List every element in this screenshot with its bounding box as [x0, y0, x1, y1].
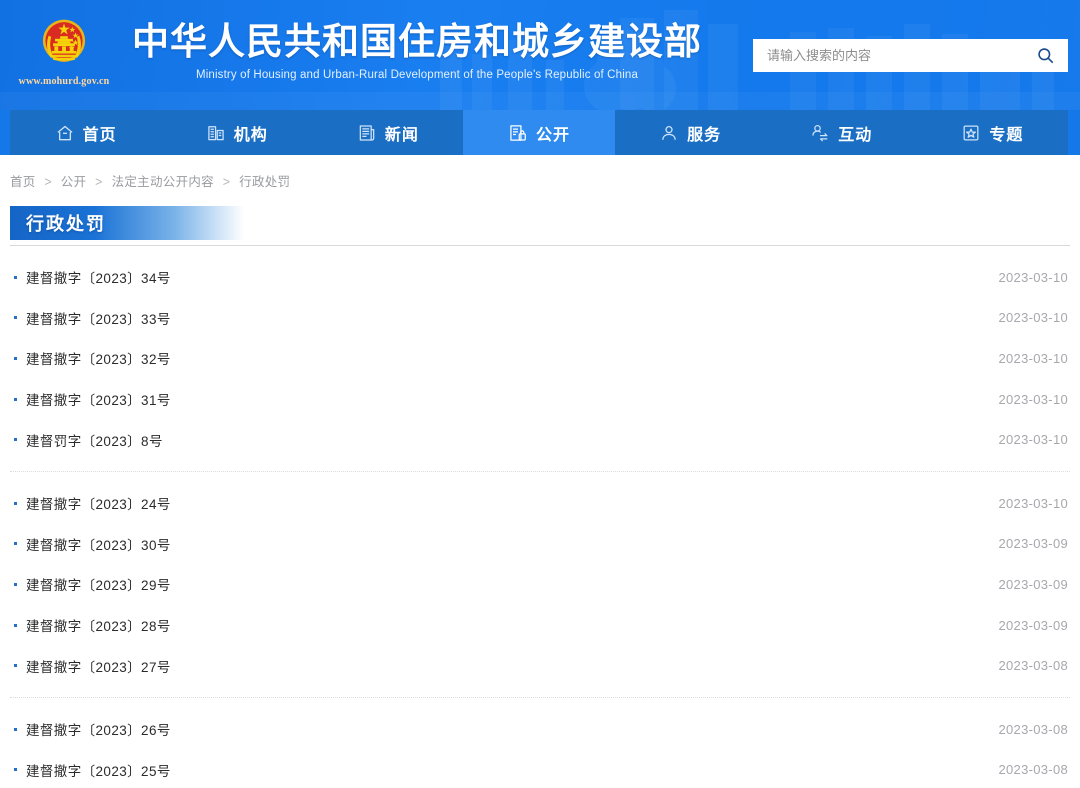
- bullet-icon: [14, 397, 17, 401]
- search-input[interactable]: [767, 39, 1032, 71]
- emblem-block: www.mohurd.gov.cn: [0, 0, 128, 110]
- building-icon: [207, 125, 224, 140]
- page-title: 行政处罚: [26, 214, 106, 234]
- list-item-title: 建督撤字〔2023〕29号: [26, 578, 171, 594]
- list-item-date: 2023-03-10: [998, 350, 1068, 366]
- nav-item-service[interactable]: 服务: [615, 110, 766, 155]
- list-item-title: 建督撤字〔2023〕26号: [26, 723, 171, 739]
- list-item[interactable]: 建督撤字〔2023〕29号 2023-03-09: [10, 564, 1070, 605]
- search-icon: [1037, 47, 1053, 63]
- list-item[interactable]: 建督撤字〔2023〕32号 2023-03-10: [10, 338, 1070, 379]
- list-item[interactable]: 建督撤字〔2023〕27号 2023-03-08: [10, 645, 1070, 686]
- list-item-title: 建督撤字〔2023〕32号: [26, 352, 171, 368]
- breadcrumb: 首页 > 公开 > 法定主动公开内容 > 行政处罚: [10, 155, 1080, 202]
- nav-item-topics[interactable]: 专题: [917, 110, 1068, 155]
- site-title-chinese: 中华人民共和国住房和城乡建设部: [132, 21, 702, 62]
- interaction-icon: [812, 124, 828, 141]
- home-icon: [57, 125, 73, 140]
- bullet-icon: [14, 316, 17, 320]
- bullet-icon: [14, 768, 17, 772]
- bullet-icon: [14, 275, 17, 279]
- user-service-icon: [662, 125, 676, 140]
- bullet-icon: [14, 356, 17, 360]
- list-item-title: 建督撤字〔2023〕30号: [26, 537, 171, 553]
- bullet-icon: [14, 664, 17, 668]
- page-title-banner: 行政处罚: [10, 206, 244, 240]
- list-item-date: 2023-03-08: [998, 762, 1068, 778]
- punishment-list: 建督撤字〔2023〕34号 2023-03-10 建督撤字〔2023〕33号 2…: [10, 257, 1070, 788]
- page-title-banner-wrap: 行政处罚: [10, 206, 1070, 246]
- list-item-title: 建督撤字〔2023〕33号: [26, 311, 171, 327]
- list-item-title: 建督撤字〔2023〕28号: [26, 619, 171, 635]
- list-item-date: 2023-03-09: [998, 576, 1068, 592]
- china-national-emblem-icon: [42, 19, 86, 62]
- breadcrumb-item-0[interactable]: 首页: [10, 175, 36, 189]
- nav-item-interaction[interactable]: 互动: [766, 110, 917, 155]
- news-icon: [359, 124, 375, 141]
- nav-label-open-government: 公开: [535, 126, 570, 144]
- open-document-icon: [510, 124, 526, 141]
- nav-item-organization[interactable]: 机构: [161, 110, 312, 155]
- list-item-date: 2023-03-10: [998, 432, 1068, 448]
- list-group: 建督撤字〔2023〕26号 2023-03-08 建督撤字〔2023〕25号 2…: [10, 696, 1070, 788]
- list-item-title: 建督撤字〔2023〕34号: [26, 271, 171, 287]
- site-domain-text: www.mohurd.gov.cn: [18, 76, 110, 87]
- list-item[interactable]: 建督撤字〔2023〕33号 2023-03-10: [10, 298, 1070, 339]
- list-item-title: 建督撤字〔2023〕25号: [26, 763, 171, 779]
- list-item[interactable]: 建督撤字〔2023〕34号 2023-03-10: [10, 257, 1070, 298]
- breadcrumb-separator: >: [95, 175, 103, 189]
- list-item-date: 2023-03-09: [998, 617, 1068, 633]
- search-button[interactable]: [1032, 42, 1058, 68]
- list-item-date: 2023-03-10: [998, 269, 1068, 285]
- list-item-date: 2023-03-10: [998, 495, 1068, 511]
- nav-label-organization: 机构: [233, 126, 268, 144]
- list-item-date: 2023-03-10: [998, 391, 1068, 407]
- list-item[interactable]: 建督撤字〔2023〕25号 2023-03-08: [10, 750, 1070, 788]
- bullet-icon: [14, 542, 17, 546]
- nav-label-service: 服务: [687, 126, 722, 144]
- list-item[interactable]: 建督撤字〔2023〕24号 2023-03-10: [10, 483, 1070, 524]
- bullet-icon: [14, 582, 17, 586]
- list-item[interactable]: 建督撤字〔2023〕26号 2023-03-08: [10, 709, 1070, 750]
- nav-label-home: 首页: [82, 126, 117, 144]
- list-item-date: 2023-03-09: [998, 536, 1068, 552]
- nav-label-topics: 专题: [989, 126, 1024, 144]
- breadcrumb-item-3[interactable]: 行政处罚: [239, 175, 290, 189]
- list-item-date: 2023-03-08: [998, 658, 1068, 674]
- list-item-title: 建督撤字〔2023〕27号: [26, 659, 171, 675]
- list-item-date: 2023-03-08: [998, 721, 1068, 737]
- bullet-icon: [14, 727, 17, 731]
- list-item-title: 建督撤字〔2023〕24号: [26, 497, 171, 513]
- list-item-date: 2023-03-10: [998, 310, 1068, 326]
- list-item-title: 建督撤字〔2023〕31号: [26, 393, 171, 409]
- list-item[interactable]: 建督罚字〔2023〕8号 2023-03-10: [10, 419, 1070, 460]
- main-navigation: 首页 机构 新闻 公开 服务 互动 专题: [0, 110, 1080, 155]
- list-item[interactable]: 建督撤字〔2023〕28号 2023-03-09: [10, 605, 1070, 646]
- list-item[interactable]: 建督撤字〔2023〕31号 2023-03-10: [10, 379, 1070, 420]
- breadcrumb-separator: >: [222, 175, 231, 189]
- site-title-english: Ministry of Housing and Urban-Rural Deve…: [196, 69, 638, 81]
- list-item[interactable]: 建督撤字〔2023〕30号 2023-03-09: [10, 524, 1070, 565]
- nav-item-open-government[interactable]: 公开: [463, 110, 615, 155]
- nav-label-interaction: 互动: [838, 126, 873, 144]
- list-item-title: 建督罚字〔2023〕8号: [26, 433, 163, 449]
- site-title-block: 中华人民共和国住房和城乡建设部 Ministry of Housing and …: [128, 19, 702, 91]
- search-box[interactable]: [753, 38, 1068, 72]
- title-divider: [10, 245, 1070, 246]
- breadcrumb-separator: >: [44, 175, 52, 189]
- nav-item-home[interactable]: 首页: [10, 110, 161, 155]
- nav-item-news[interactable]: 新闻: [312, 110, 463, 155]
- list-group: 建督撤字〔2023〕24号 2023-03-10 建督撤字〔2023〕30号 2…: [10, 470, 1070, 686]
- star-topic-icon: [963, 125, 979, 140]
- site-header: www.mohurd.gov.cn 中华人民共和国住房和城乡建设部 Minist…: [0, 0, 1080, 110]
- breadcrumb-item-1[interactable]: 公开: [61, 175, 87, 189]
- bullet-icon: [14, 501, 17, 505]
- nav-bar: 首页 机构 新闻 公开 服务 互动 专题: [10, 110, 1068, 155]
- list-group: 建督撤字〔2023〕34号 2023-03-10 建督撤字〔2023〕33号 2…: [10, 257, 1070, 460]
- breadcrumb-item-2[interactable]: 法定主动公开内容: [112, 175, 214, 189]
- bullet-icon: [14, 623, 17, 627]
- nav-label-news: 新闻: [384, 126, 419, 144]
- bullet-icon: [14, 438, 17, 442]
